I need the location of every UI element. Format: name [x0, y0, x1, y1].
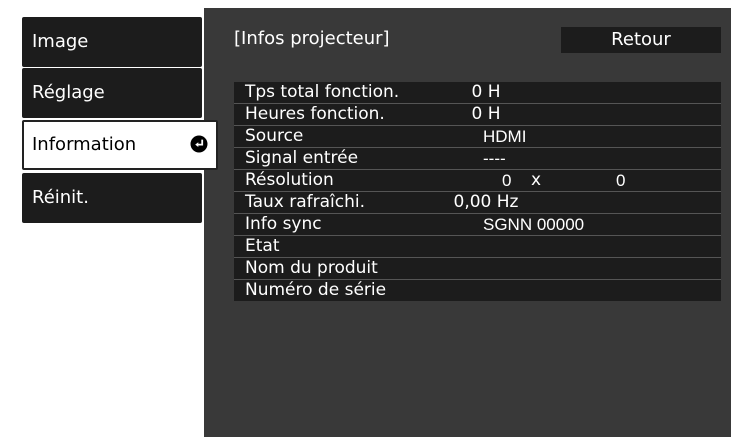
info-row-status: Etat	[234, 235, 721, 257]
info-value: 0 H	[471, 104, 501, 124]
info-label: Nom du produit	[245, 258, 378, 278]
info-row-total-hours: Tps total fonction. 0 H	[234, 82, 721, 103]
info-row-serial-number: Numéro de série	[234, 279, 721, 301]
menu-item-label: Réglage	[32, 82, 105, 103]
info-value: 0,00 Hz	[453, 192, 519, 212]
info-row-sync-info: Info sync SGNN 00000	[234, 213, 721, 235]
menu-item-reglage[interactable]: Réglage	[22, 68, 202, 118]
menu-item-label: Image	[32, 31, 89, 52]
enter-arrow-icon	[190, 135, 208, 153]
info-value: 0 H	[471, 82, 501, 102]
info-label: Taux rafraîchi.	[245, 192, 365, 212]
info-label: Heures fonction.	[245, 104, 385, 124]
info-row-source: Source HDMI	[234, 125, 721, 147]
info-label: Info sync	[245, 214, 322, 234]
menu-item-label: Réinit.	[32, 187, 89, 208]
info-row-resolution: Résolution 0 x 0	[234, 169, 721, 191]
back-button[interactable]: Retour	[561, 27, 721, 53]
info-label: Source	[245, 126, 304, 146]
info-value: HDMI	[483, 127, 527, 146]
info-table: Tps total fonction. 0 H Heures fonction.…	[234, 82, 721, 301]
info-label: Numéro de série	[245, 280, 387, 300]
resolution-height: 0	[616, 171, 626, 190]
menu-item-reinit[interactable]: Réinit.	[22, 173, 202, 223]
menu-item-label: Information	[32, 134, 137, 155]
panel-title: [Infos projecteur]	[234, 28, 390, 49]
info-row-refresh-rate: Taux rafraîchi. 0,00 Hz	[234, 191, 721, 213]
resolution-separator: x	[531, 170, 542, 190]
menu-item-information[interactable]: Information	[22, 120, 218, 170]
info-panel: [Infos projecteur] Retour Tps total fonc…	[204, 8, 731, 437]
info-label: Tps total fonction.	[245, 82, 400, 102]
info-value: ----	[483, 149, 506, 168]
menu-item-image[interactable]: Image	[22, 17, 202, 67]
resolution-width: 0	[502, 171, 512, 190]
info-label: Signal entrée	[245, 148, 359, 168]
info-row-input-signal: Signal entrée ----	[234, 147, 721, 169]
info-value: SGNN 00000	[483, 215, 585, 234]
info-row-product-name: Nom du produit	[234, 257, 721, 279]
info-label: Etat	[245, 236, 280, 256]
info-label: Résolution	[245, 170, 334, 190]
info-row-operating-hours: Heures fonction. 0 H	[234, 103, 721, 125]
